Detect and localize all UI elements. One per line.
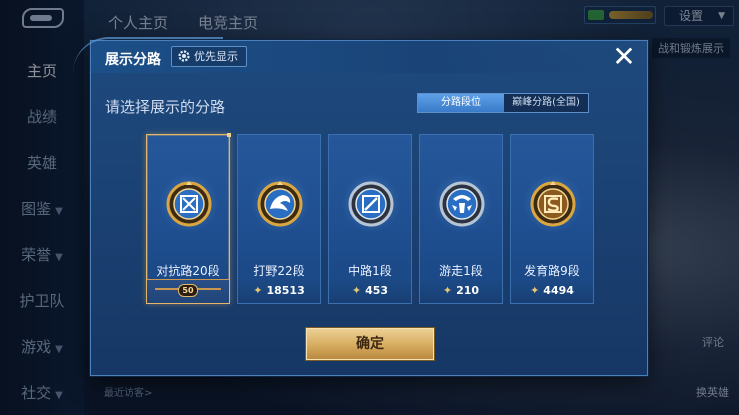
score-value: 18513 [266,284,305,297]
score-value: 4494 [543,284,574,297]
lane-card-mid[interactable]: 中路1段 ✦ 453 [328,134,412,304]
score-value: 453 [365,284,389,297]
jungle-emblem-icon [257,181,303,227]
select-lane-prompt: 请选择展示的分路 [105,98,226,116]
lane-card-farm[interactable]: 发育路9段 ✦ 4494 [510,134,594,304]
star-icon: ✦ [530,284,540,297]
modal-title: 展示分路 [105,52,161,68]
priority-display-button[interactable]: 优先显示 [171,46,247,67]
lane-card-jungle[interactable]: 打野22段 ✦ 18513 [237,134,321,304]
tab-lane-rank[interactable]: 分路段位 [418,94,504,112]
card-label: 打野22段 [253,264,305,278]
card-label: 发育路9段 [524,264,580,278]
tab-peak-lane[interactable]: 巅峰分路(全国) [504,94,588,112]
card-score: ✦ 210 [420,279,502,303]
card-score: ✦ 18513 [238,279,320,303]
card-score: ✦ 4494 [511,279,593,303]
roam-emblem-icon [439,181,485,227]
priority-label: 优先显示 [194,50,238,63]
score-value: 210 [456,284,480,297]
card-label: 中路1段 [348,264,392,278]
selected-foot: 50 [147,279,229,303]
star-icon: ✦ [351,284,362,297]
gear-icon [178,50,190,62]
corner-decoration [227,133,231,137]
level-badge: 50 [178,284,198,297]
lane-card-clash[interactable]: 对抗路20段 50 [146,133,231,304]
card-score: ✦ 453 [329,279,411,303]
confirm-button[interactable]: 确定 [306,328,434,360]
farm-lane-emblem-icon [530,181,576,227]
card-label: 游走1段 [439,264,483,278]
clash-lane-emblem-icon [166,181,212,227]
lane-display-modal: 展示分路 优先显示 ✕ 请选择展示的分路 分路段位 巅峰分路(全国) 对抗路20… [73,37,648,376]
lane-card-roam[interactable]: 游走1段 ✦ 210 [419,134,503,304]
star-icon: ✦ [442,284,453,297]
mid-lane-emblem-icon [348,181,394,227]
star-icon: ✦ [253,284,263,297]
card-label: 对抗路20段 [156,264,220,278]
lane-tabs: 分路段位 巅峰分路(全国) [417,93,589,113]
close-icon[interactable]: ✕ [609,43,639,73]
